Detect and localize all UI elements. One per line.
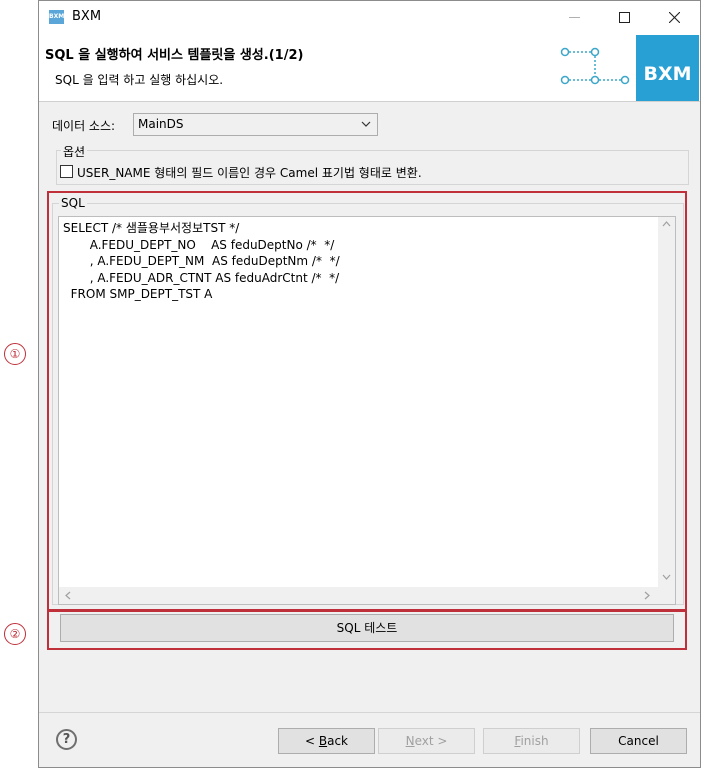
horizontal-scrollbar[interactable] — [59, 587, 658, 604]
annotation-marker-2: ② — [4, 623, 26, 645]
scroll-corner — [658, 587, 675, 604]
minimize-icon — [568, 17, 580, 18]
vertical-scrollbar[interactable] — [658, 217, 675, 587]
next-rest: ext > — [414, 734, 448, 748]
back-mnemonic: B — [318, 734, 328, 748]
sql-text[interactable]: SELECT /* 샘플용부서정보TST */ A.FEDU_DEPT_NO A… — [63, 220, 340, 303]
bxm-app-icon: BXM — [49, 10, 64, 24]
scroll-up-icon[interactable] — [662, 220, 671, 230]
datasource-select[interactable]: MainDS — [133, 113, 378, 136]
maximize-icon — [618, 12, 630, 23]
sql-test-button[interactable]: SQL 테스트 — [60, 614, 674, 642]
window-title: BXM — [72, 9, 102, 24]
options-legend: 옵션 — [61, 143, 88, 160]
maximize-button[interactable] — [601, 1, 647, 34]
camel-case-checkbox-label[interactable]: USER_NAME 형태의 필드 이름인 경우 Camel 표기법 형태로 변환… — [77, 164, 422, 181]
page-title: SQL 을 실행하여 서비스 템플릿을 생성.(1/2) — [45, 48, 304, 63]
cancel-button[interactable]: Cancel — [590, 728, 687, 754]
title-bar: BXM BXM — [39, 1, 700, 34]
screen: ① ② BXM BXM SQL 을 실행하여 서비스 템플릿을 생성.(1/2)… — [0, 0, 701, 768]
connector-graphic-icon — [560, 47, 630, 85]
back-prefix: < — [304, 734, 319, 748]
scroll-left-icon[interactable] — [65, 591, 71, 603]
back-button[interactable]: < Back — [278, 728, 375, 754]
wizard-header: SQL 을 실행하여 서비스 템플릿을 생성.(1/2) SQL 을 입력 하고… — [39, 34, 700, 102]
scroll-right-icon[interactable] — [644, 591, 650, 603]
minimize-button[interactable] — [551, 1, 597, 34]
sql-editor[interactable]: SELECT /* 샘플용부서정보TST */ A.FEDU_DEPT_NO A… — [58, 216, 676, 605]
close-icon — [668, 12, 680, 23]
scroll-down-icon[interactable] — [662, 573, 671, 583]
next-button[interactable]: Next > — [378, 728, 475, 754]
close-button[interactable] — [651, 1, 697, 34]
help-icon[interactable]: ? — [56, 729, 77, 750]
wizard-window: BXM BXM SQL 을 실행하여 서비스 템플릿을 생성.(1/2) SQL… — [38, 0, 701, 768]
page-description: SQL 을 입력 하고 실행 하십시오. — [55, 73, 224, 87]
camel-case-checkbox[interactable] — [60, 165, 73, 178]
sql-legend: SQL — [59, 196, 87, 210]
finish-rest: inish — [520, 734, 549, 748]
next-mnemonic: N — [405, 734, 415, 748]
bxm-logo: BXM — [636, 35, 699, 101]
back-rest: ack — [327, 734, 348, 748]
annotation-marker-1: ① — [4, 343, 26, 365]
footer-divider — [39, 712, 700, 713]
datasource-value: MainDS — [138, 117, 184, 131]
finish-button[interactable]: Finish — [483, 728, 580, 754]
chevron-down-icon — [361, 114, 371, 142]
datasource-label: 데이터 소스: — [52, 119, 116, 133]
